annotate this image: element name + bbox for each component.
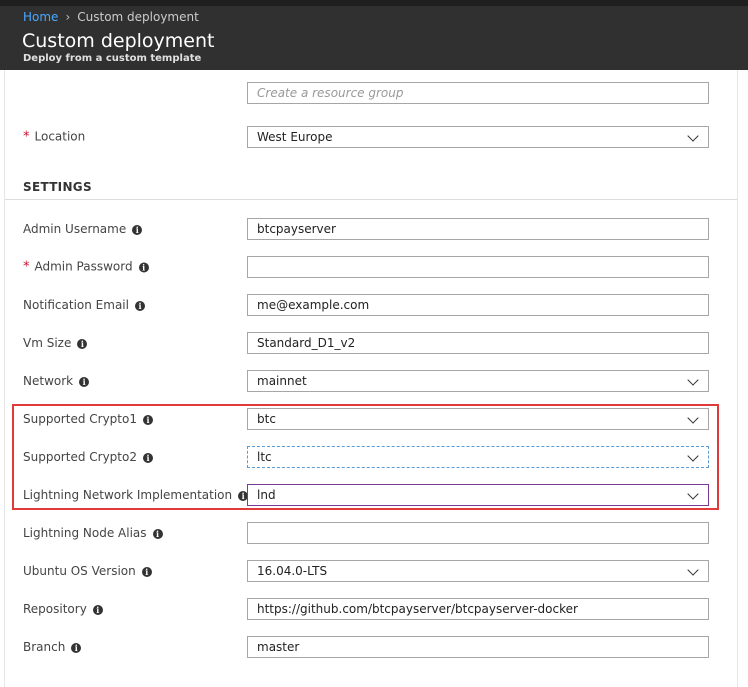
vm-size-input[interactable]: Standard_D1_v2: [247, 332, 709, 354]
info-icon[interactable]: i: [79, 377, 90, 387]
branch-row: Branch i master: [0, 632, 748, 662]
info-icon[interactable]: i: [132, 225, 143, 235]
info-icon[interactable]: i: [71, 643, 82, 653]
info-icon[interactable]: i: [152, 529, 163, 539]
breadcrumb: Home › Custom deployment: [23, 10, 199, 24]
page-title: Custom deployment: [22, 30, 215, 52]
lightning-impl-select[interactable]: lnd: [247, 484, 709, 506]
supported-crypto1-select[interactable]: btc: [247, 408, 709, 430]
chevron-down-icon: [687, 488, 699, 500]
notification-email-input[interactable]: me@example.com: [247, 294, 709, 316]
vm-size-label: Vm Size i: [23, 336, 88, 350]
supported-crypto1-row: Supported Crypto1 i btc: [0, 404, 748, 434]
admin-password-row: * Admin Password i: [0, 252, 748, 282]
ubuntu-version-label: Ubuntu OS Version i: [23, 564, 152, 578]
lightning-alias-input[interactable]: [247, 522, 709, 544]
notification-email-label: Notification Email i: [23, 298, 145, 312]
breadcrumb-home-link[interactable]: Home: [23, 10, 58, 24]
info-icon[interactable]: i: [141, 567, 152, 577]
ubuntu-version-select[interactable]: 16.04.0-LTS: [247, 560, 709, 582]
supported-crypto1-label: Supported Crypto1 i: [23, 412, 153, 426]
repository-row: Repository i https://github.com/btcpayser…: [0, 594, 748, 624]
breadcrumb-separator: ›: [65, 10, 71, 24]
network-label: Network i: [23, 374, 90, 388]
vm-size-row: Vm Size i Standard_D1_v2: [0, 328, 748, 358]
chevron-down-icon: [687, 412, 699, 424]
repository-input[interactable]: https://github.com/btcpayserver/btcpayse…: [247, 598, 709, 620]
section-divider: [5, 199, 737, 200]
info-icon[interactable]: i: [142, 415, 153, 425]
blade-header: Home › Custom deployment Custom deployment…: [0, 6, 748, 70]
supported-crypto2-row: Supported Crypto2 i ltc: [0, 442, 748, 472]
admin-username-row: Admin Username i btcpayserver: [0, 214, 748, 244]
info-icon[interactable]: i: [92, 605, 103, 615]
chevron-down-icon: [687, 374, 699, 386]
admin-password-label: * Admin Password i: [23, 260, 149, 275]
info-icon[interactable]: i: [142, 453, 153, 463]
admin-username-label: Admin Username i: [23, 222, 143, 236]
location-label: * Location: [23, 129, 86, 145]
breadcrumb-current: Custom deployment: [77, 10, 199, 24]
chevron-down-icon: [687, 564, 699, 576]
resource-group-input[interactable]: Create a resource group: [247, 82, 709, 104]
network-select[interactable]: mainnet: [247, 370, 709, 392]
settings-section-title: SETTINGS: [23, 180, 92, 194]
branch-label: Branch i: [23, 640, 82, 654]
info-icon[interactable]: i: [134, 301, 145, 311]
admin-username-input[interactable]: btcpayserver: [247, 218, 709, 240]
chevron-down-icon: [687, 450, 699, 462]
lightning-alias-row: Lightning Node Alias i: [0, 518, 748, 548]
page-subtitle: Deploy from a custom template: [23, 53, 202, 64]
required-asterisk: *: [23, 259, 30, 275]
lightning-impl-label: Lightning Network Implementation i: [23, 488, 249, 502]
required-asterisk: *: [23, 129, 30, 145]
branch-input[interactable]: master: [247, 636, 709, 658]
ubuntu-version-row: Ubuntu OS Version i 16.04.0-LTS: [0, 556, 748, 586]
lightning-impl-row: Lightning Network Implementation i lnd: [0, 480, 748, 510]
location-select[interactable]: West Europe: [247, 126, 709, 148]
chevron-down-icon: [687, 130, 699, 142]
info-icon[interactable]: i: [77, 339, 88, 349]
admin-password-input[interactable]: [247, 256, 709, 278]
supported-crypto2-select[interactable]: ltc: [247, 446, 709, 468]
info-icon[interactable]: i: [138, 262, 149, 273]
notification-email-row: Notification Email i me@example.com: [0, 290, 748, 320]
network-row: Network i mainnet: [0, 366, 748, 396]
resource-group-row: Create a resource group: [0, 78, 748, 108]
location-row: * Location West Europe: [0, 122, 748, 152]
lightning-alias-label: Lightning Node Alias i: [23, 526, 163, 540]
repository-label: Repository i: [23, 602, 103, 616]
supported-crypto2-label: Supported Crypto2 i: [23, 450, 153, 464]
